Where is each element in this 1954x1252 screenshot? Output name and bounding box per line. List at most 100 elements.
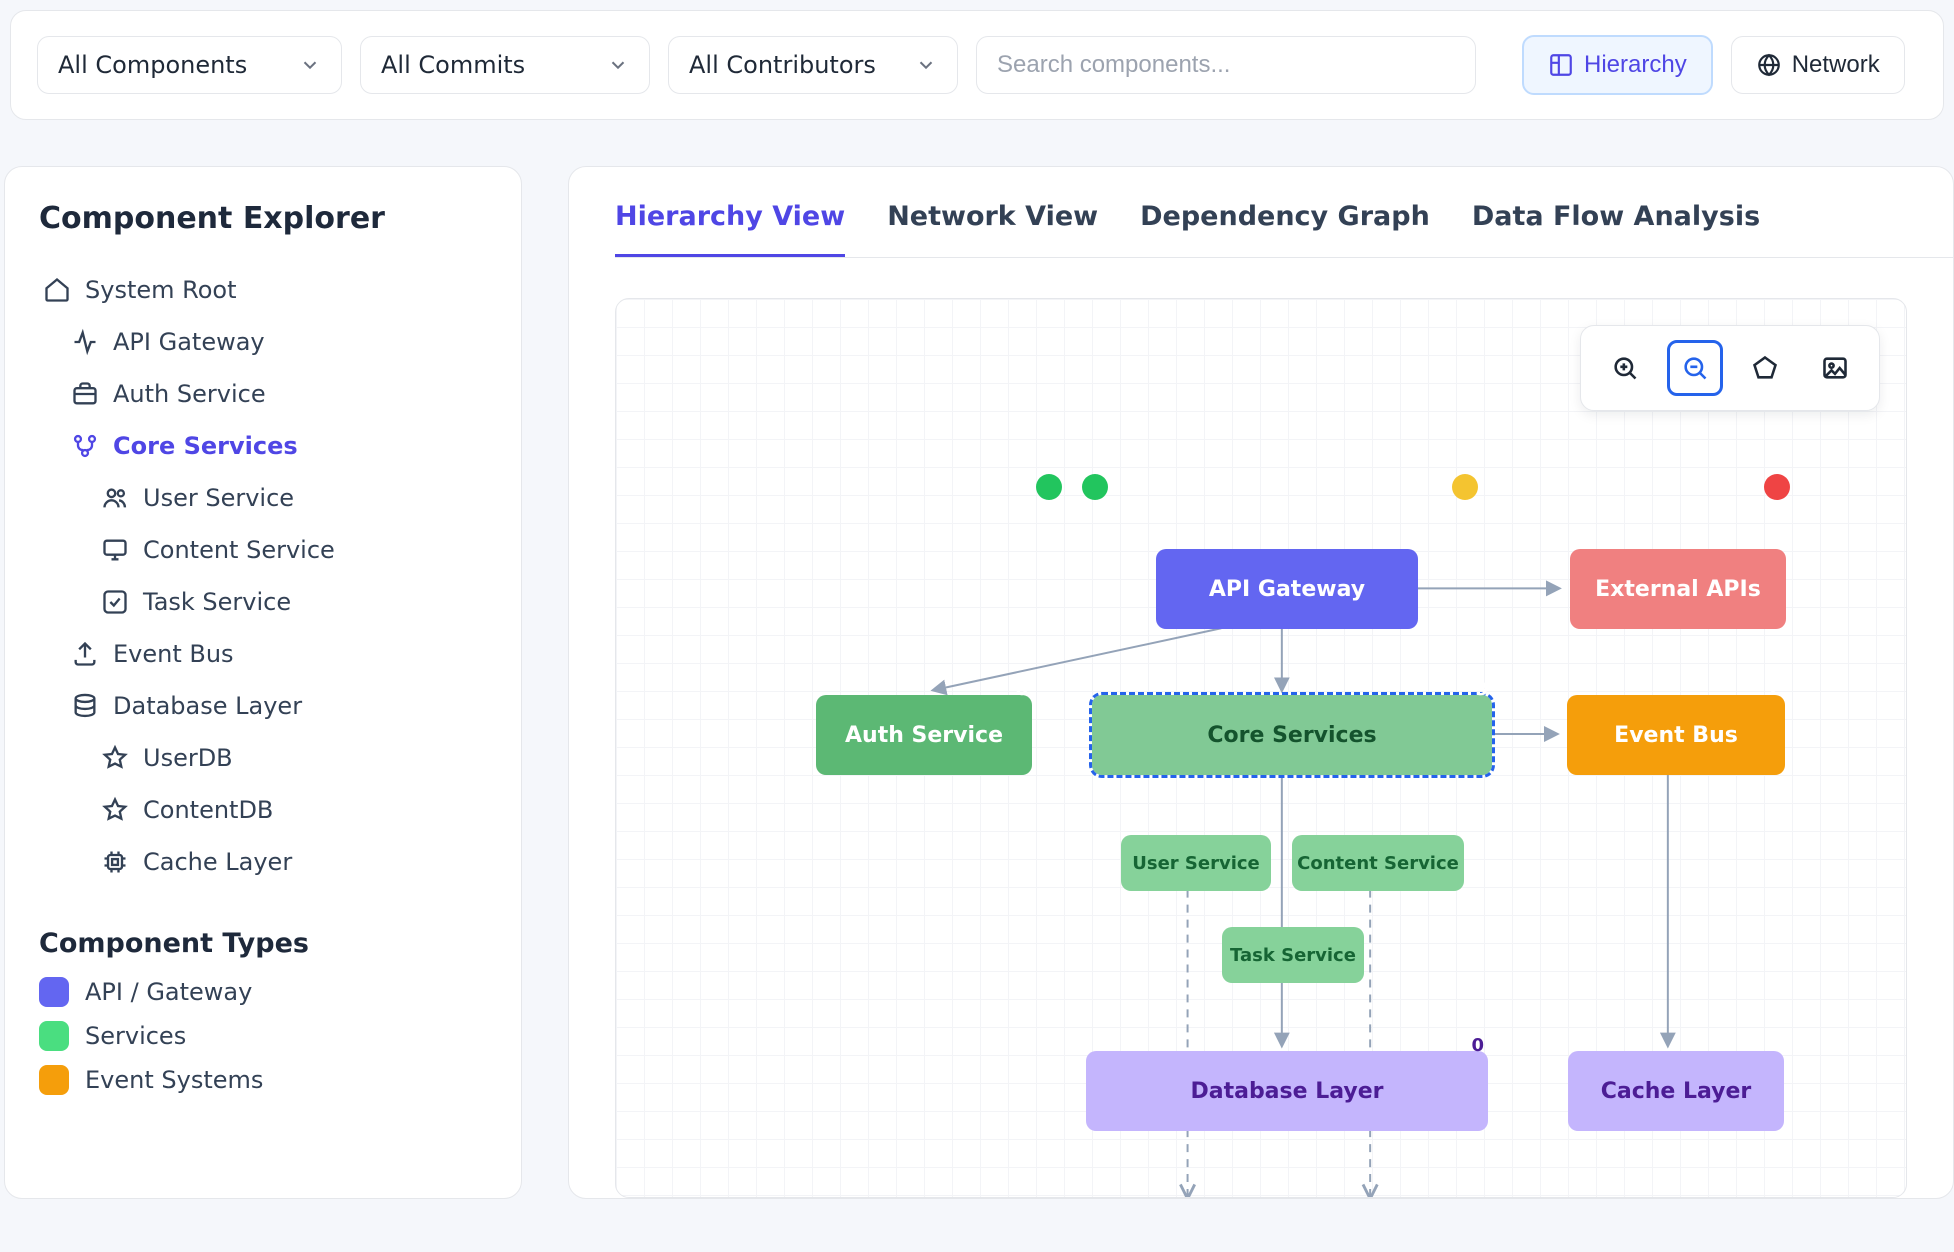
legend-swatch xyxy=(39,977,69,1007)
status-dot xyxy=(1082,474,1108,500)
node-api-gateway[interactable]: API Gateway xyxy=(1156,549,1418,629)
node-label: Event Bus xyxy=(1614,723,1738,748)
component-tree: System Root API Gateway Auth Service Core S… xyxy=(39,266,487,886)
export-image-button[interactable] xyxy=(1807,340,1863,396)
check-icon xyxy=(101,588,129,616)
upload-icon xyxy=(71,640,99,668)
legend-label: API / Gateway xyxy=(85,978,252,1006)
button-label: Hierarchy xyxy=(1584,51,1687,79)
filter-commits-select[interactable]: All Commits xyxy=(360,36,650,94)
main-tabs: Hierarchy View Network View Dependency Gra… xyxy=(615,201,1953,258)
tree-item-contentdb[interactable]: ContentDB xyxy=(39,786,487,834)
tab-data-flow-analysis[interactable]: Data Flow Analysis xyxy=(1472,201,1760,257)
zoom-out-button[interactable] xyxy=(1667,340,1723,396)
home-icon xyxy=(43,276,71,304)
component-types-title: Component Types xyxy=(39,928,487,959)
legend-row: Event Systems xyxy=(39,1065,487,1095)
node-label: Task Service xyxy=(1230,945,1356,966)
tree-item-user-service[interactable]: User Service xyxy=(39,474,487,522)
status-dot xyxy=(1036,474,1062,500)
node-database-layer[interactable]: Database Layer0 xyxy=(1086,1051,1488,1131)
node-label: API Gateway xyxy=(1209,577,1365,602)
node-badge: 2 xyxy=(1768,679,1781,700)
db-icon xyxy=(71,692,99,720)
node-auth-service[interactable]: Auth Service0 xyxy=(816,695,1032,775)
sidebar-title: Component Explorer xyxy=(39,201,487,236)
search-input[interactable] xyxy=(976,36,1476,94)
tree-item-auth-service[interactable]: Auth Service xyxy=(39,370,487,418)
filter-components-select[interactable]: All Components xyxy=(37,36,342,94)
node-label: Content Service xyxy=(1297,853,1459,874)
component-explorer-sidebar: Component Explorer System Root API Gatewa… xyxy=(4,166,522,1199)
star-icon xyxy=(101,796,129,824)
status-dot xyxy=(1764,474,1790,500)
tree-item-cache-layer[interactable]: Cache Layer xyxy=(39,838,487,886)
tree-item-label: Core Services xyxy=(113,432,298,460)
tree-item-task-service[interactable]: Task Service xyxy=(39,578,487,626)
globe-icon xyxy=(1756,52,1782,78)
legend-label: Services xyxy=(85,1022,186,1050)
chevron-down-icon xyxy=(607,54,629,76)
legend-swatch xyxy=(39,1021,69,1051)
tree-item-userdb[interactable]: UserDB xyxy=(39,734,487,782)
tree-item-label: UserDB xyxy=(143,744,233,772)
tree-item-label: Cache Layer xyxy=(143,848,292,876)
tree-item-label: ContentDB xyxy=(143,796,273,824)
node-badge: 3 xyxy=(1475,679,1488,700)
tree-item-label: Auth Service xyxy=(113,380,266,408)
home-icon xyxy=(1751,354,1779,382)
tree-item-label: User Service xyxy=(143,484,294,512)
star-icon xyxy=(101,744,129,772)
filter-contributors-select[interactable]: All Contributors xyxy=(668,36,958,94)
button-label: Network xyxy=(1792,51,1880,79)
tree-item-event-bus[interactable]: Event Bus xyxy=(39,630,487,678)
node-event-bus[interactable]: Event Bus2 xyxy=(1567,695,1785,775)
activity-icon xyxy=(71,328,99,356)
canvas-toolbox xyxy=(1580,325,1880,411)
reset-view-button[interactable] xyxy=(1737,340,1793,396)
network-view-button[interactable]: Network xyxy=(1731,36,1905,94)
briefcase-icon xyxy=(71,380,99,408)
tree-item-system-root[interactable]: System Root xyxy=(39,266,487,314)
zoom-in-icon xyxy=(1611,354,1639,382)
tab-hierarchy-view[interactable]: Hierarchy View xyxy=(615,201,845,257)
chip-icon xyxy=(101,848,129,876)
monitor-icon xyxy=(101,536,129,564)
chevron-down-icon xyxy=(915,54,937,76)
node-label: Auth Service xyxy=(845,723,1003,748)
hierarchy-view-button[interactable]: Hierarchy xyxy=(1522,35,1713,95)
tree-item-label: System Root xyxy=(85,276,237,304)
tree-item-label: Task Service xyxy=(143,588,291,616)
node-label: Cache Layer xyxy=(1601,1079,1752,1104)
top-toolbar: All Components All Commits All Contribut… xyxy=(10,10,1944,120)
node-user-service[interactable]: User Service xyxy=(1121,835,1271,891)
node-content-service[interactable]: Content Service xyxy=(1292,835,1464,891)
select-label: All Components xyxy=(58,51,247,79)
tree-item-content-service[interactable]: Content Service xyxy=(39,526,487,574)
node-label: User Service xyxy=(1132,853,1260,874)
image-icon xyxy=(1821,354,1849,382)
tree-item-database-layer[interactable]: Database Layer xyxy=(39,682,487,730)
tab-network-view[interactable]: Network View xyxy=(887,201,1098,257)
node-task-service[interactable]: Task Service xyxy=(1222,927,1364,983)
tree-item-core-services[interactable]: Core Services xyxy=(39,422,487,470)
node-external-apis[interactable]: External APIs xyxy=(1570,549,1786,629)
tree-item-label: Content Service xyxy=(143,536,335,564)
legend-row: API / Gateway xyxy=(39,977,487,1007)
node-cache-layer[interactable]: Cache Layer xyxy=(1568,1051,1784,1131)
tree-item-label: Event Bus xyxy=(113,640,234,668)
component-types-legend: API / Gateway Services Event Systems xyxy=(39,977,487,1095)
tab-dependency-graph[interactable]: Dependency Graph xyxy=(1140,201,1430,257)
node-badge: 0 xyxy=(1015,679,1028,700)
select-label: All Commits xyxy=(381,51,525,79)
zoom-in-button[interactable] xyxy=(1597,340,1653,396)
select-label: All Contributors xyxy=(689,51,876,79)
node-label: Core Services xyxy=(1207,723,1376,748)
users-icon xyxy=(101,484,129,512)
diagram-canvas[interactable]: API GatewayExternal APIsAuth Service0Cor… xyxy=(615,298,1907,1198)
node-core-services[interactable]: Core Services3 xyxy=(1092,695,1492,775)
node-label: Database Layer xyxy=(1190,1079,1383,1104)
layout-icon xyxy=(1548,52,1574,78)
zoom-out-icon xyxy=(1681,354,1709,382)
tree-item-api-gateway[interactable]: API Gateway xyxy=(39,318,487,366)
